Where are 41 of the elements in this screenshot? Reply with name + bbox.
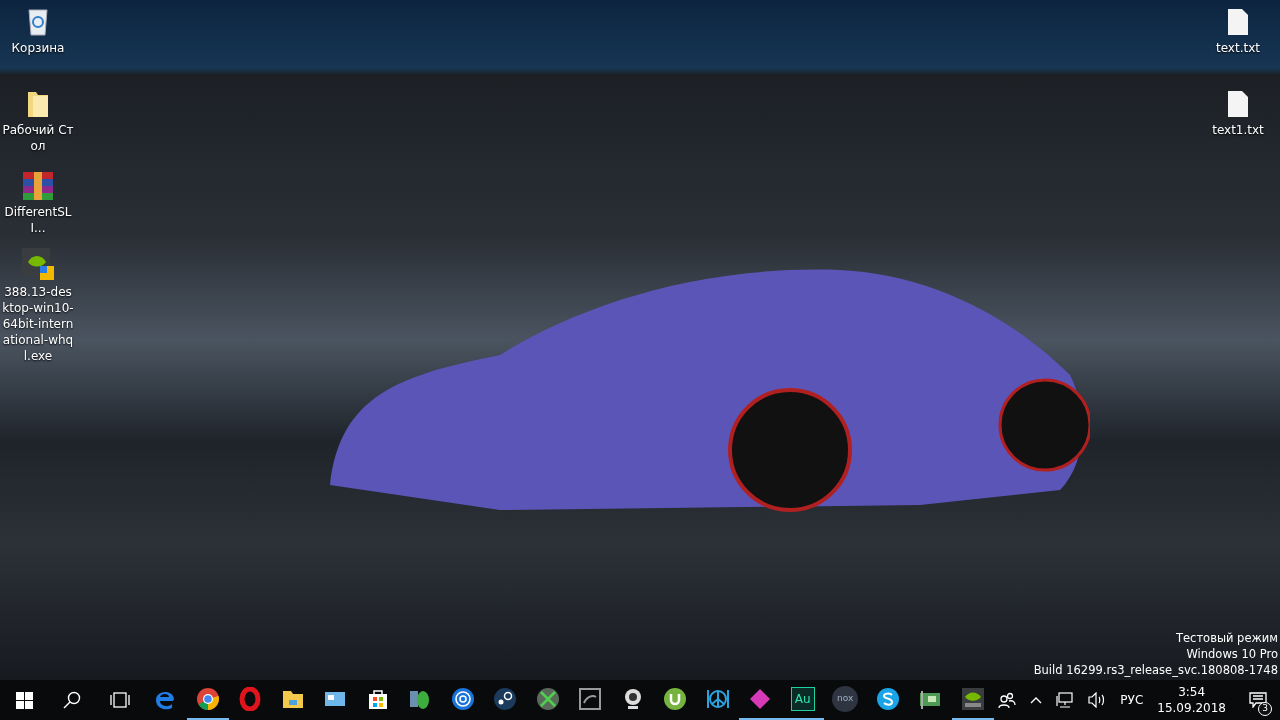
ring-logo-icon <box>238 687 263 711</box>
desktop-icon-label[interactable]: DifferentSLI... <box>1 204 75 236</box>
volume-icon[interactable] <box>1088 692 1107 708</box>
system-info-text: Build 16299.rs3_release_svc.180808-1748 <box>1033 662 1278 678</box>
network-icon[interactable] <box>1056 692 1075 708</box>
chevron-up-icon[interactable] <box>1030 696 1043 704</box>
swirl-logo-icon <box>450 687 475 711</box>
diamond-icon <box>748 687 773 711</box>
system-info-text: Тестовый режим <box>1175 630 1278 646</box>
language-indicator[interactable]: РУС <box>1120 691 1144 709</box>
sphere-logo-icon <box>535 687 560 711</box>
s-logo-icon <box>875 687 900 711</box>
nox-logo-icon: nox <box>832 686 859 712</box>
clock[interactable]: 3:54 15.09.2018 <box>1157 684 1226 716</box>
task-view-icon <box>110 692 130 708</box>
archive-icon <box>23 172 53 200</box>
installer-icon <box>22 248 54 280</box>
notification-count-badge: 3 <box>1258 702 1272 716</box>
desktop-icon-label[interactable]: text.txt <box>1201 40 1275 56</box>
taskbar-app-button[interactable]: nox <box>824 680 867 720</box>
notifications-button[interactable]: 3 <box>1240 680 1276 720</box>
eye-logo-icon <box>960 687 985 711</box>
peace-sign-icon <box>705 687 730 711</box>
folder-icon <box>26 90 50 118</box>
mu-logo-icon <box>663 687 688 711</box>
search-icon <box>63 691 81 709</box>
desktop-icon-label[interactable]: Рабочий Стол <box>1 122 75 154</box>
windows-logo-icon <box>15 691 33 709</box>
desktop-icon-label[interactable]: 388.13-desktop-win10-64bit-international-whql.exe <box>1 284 75 364</box>
people-icon[interactable] <box>998 691 1017 709</box>
desktop-icon-label[interactable]: text1.txt <box>1201 122 1275 138</box>
square-logo-icon <box>578 687 603 711</box>
text-file-icon <box>1227 90 1249 118</box>
desktop-icon-label[interactable]: Корзина <box>1 40 75 56</box>
steam-logo-icon <box>493 687 518 711</box>
recycle-bin-icon <box>26 6 50 36</box>
taskbar-app-button[interactable]: Au <box>781 680 824 720</box>
round-logo-icon <box>195 687 220 711</box>
text-file-icon <box>1227 8 1249 36</box>
au-logo-icon: Au <box>790 687 815 711</box>
system-info-text: Windows 10 Pro <box>1186 646 1278 662</box>
